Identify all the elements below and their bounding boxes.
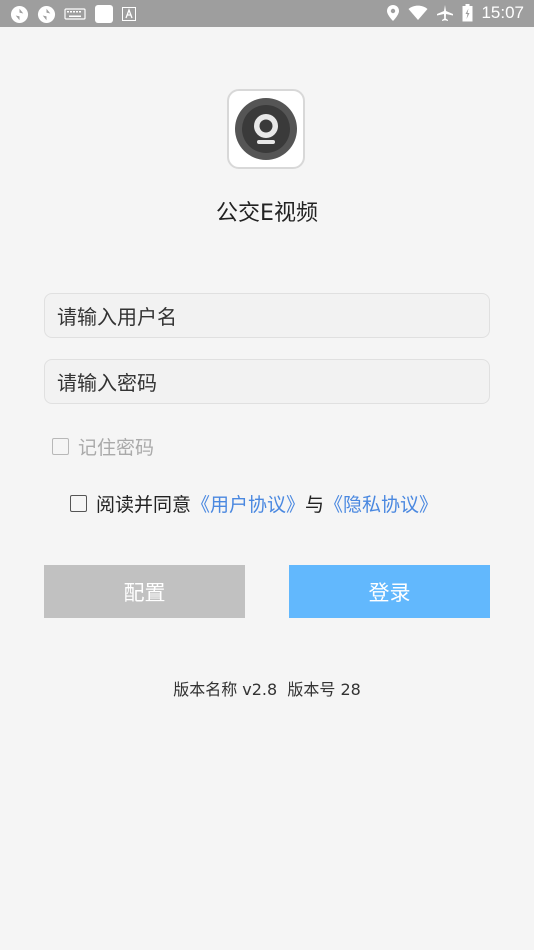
camera-icon (235, 98, 297, 160)
remember-password[interactable]: 记住密码 (52, 433, 154, 460)
keyboard-icon (64, 8, 86, 20)
username-placeholder: 请输入用户名 (57, 305, 177, 329)
agreement-checkbox[interactable] (70, 495, 87, 512)
agreement-row: 阅读并同意 《用户协议》 与 《隐私协议》 (70, 490, 438, 517)
password-placeholder: 请输入密码 (57, 371, 157, 395)
airplane-icon (437, 5, 454, 21)
privacy-policy-link[interactable]: 《隐私协议》 (324, 490, 438, 517)
status-bar: 15:07 (0, 0, 534, 27)
remember-checkbox[interactable] (52, 438, 69, 455)
config-button[interactable]: 配置 (44, 565, 245, 618)
status-left-icons (10, 4, 136, 24)
password-input[interactable]: 请输入密码 (44, 359, 490, 404)
user-agreement-link[interactable]: 《用户协议》 (191, 490, 305, 517)
login-button[interactable]: 登录 (289, 565, 490, 618)
location-icon (387, 5, 400, 21)
username-input[interactable]: 请输入用户名 (44, 293, 490, 338)
font-icon (122, 7, 136, 21)
battery-icon (462, 4, 473, 22)
app-logo (227, 89, 305, 169)
status-right-icons: 15:07 (386, 3, 524, 23)
app-name: 公交E视频 (216, 201, 318, 226)
square-app-icon (95, 5, 113, 23)
agree-text: 阅读并同意 (96, 494, 192, 516)
version-info: 版本名称 v2.8 版本号 28 (173, 680, 361, 699)
and-text: 与 (305, 494, 325, 516)
sync-icon (10, 5, 29, 23)
remember-label: 记住密码 (78, 437, 155, 459)
sync-icon (37, 5, 56, 23)
status-time: 15:07 (481, 3, 524, 22)
wifi-icon (408, 5, 428, 20)
